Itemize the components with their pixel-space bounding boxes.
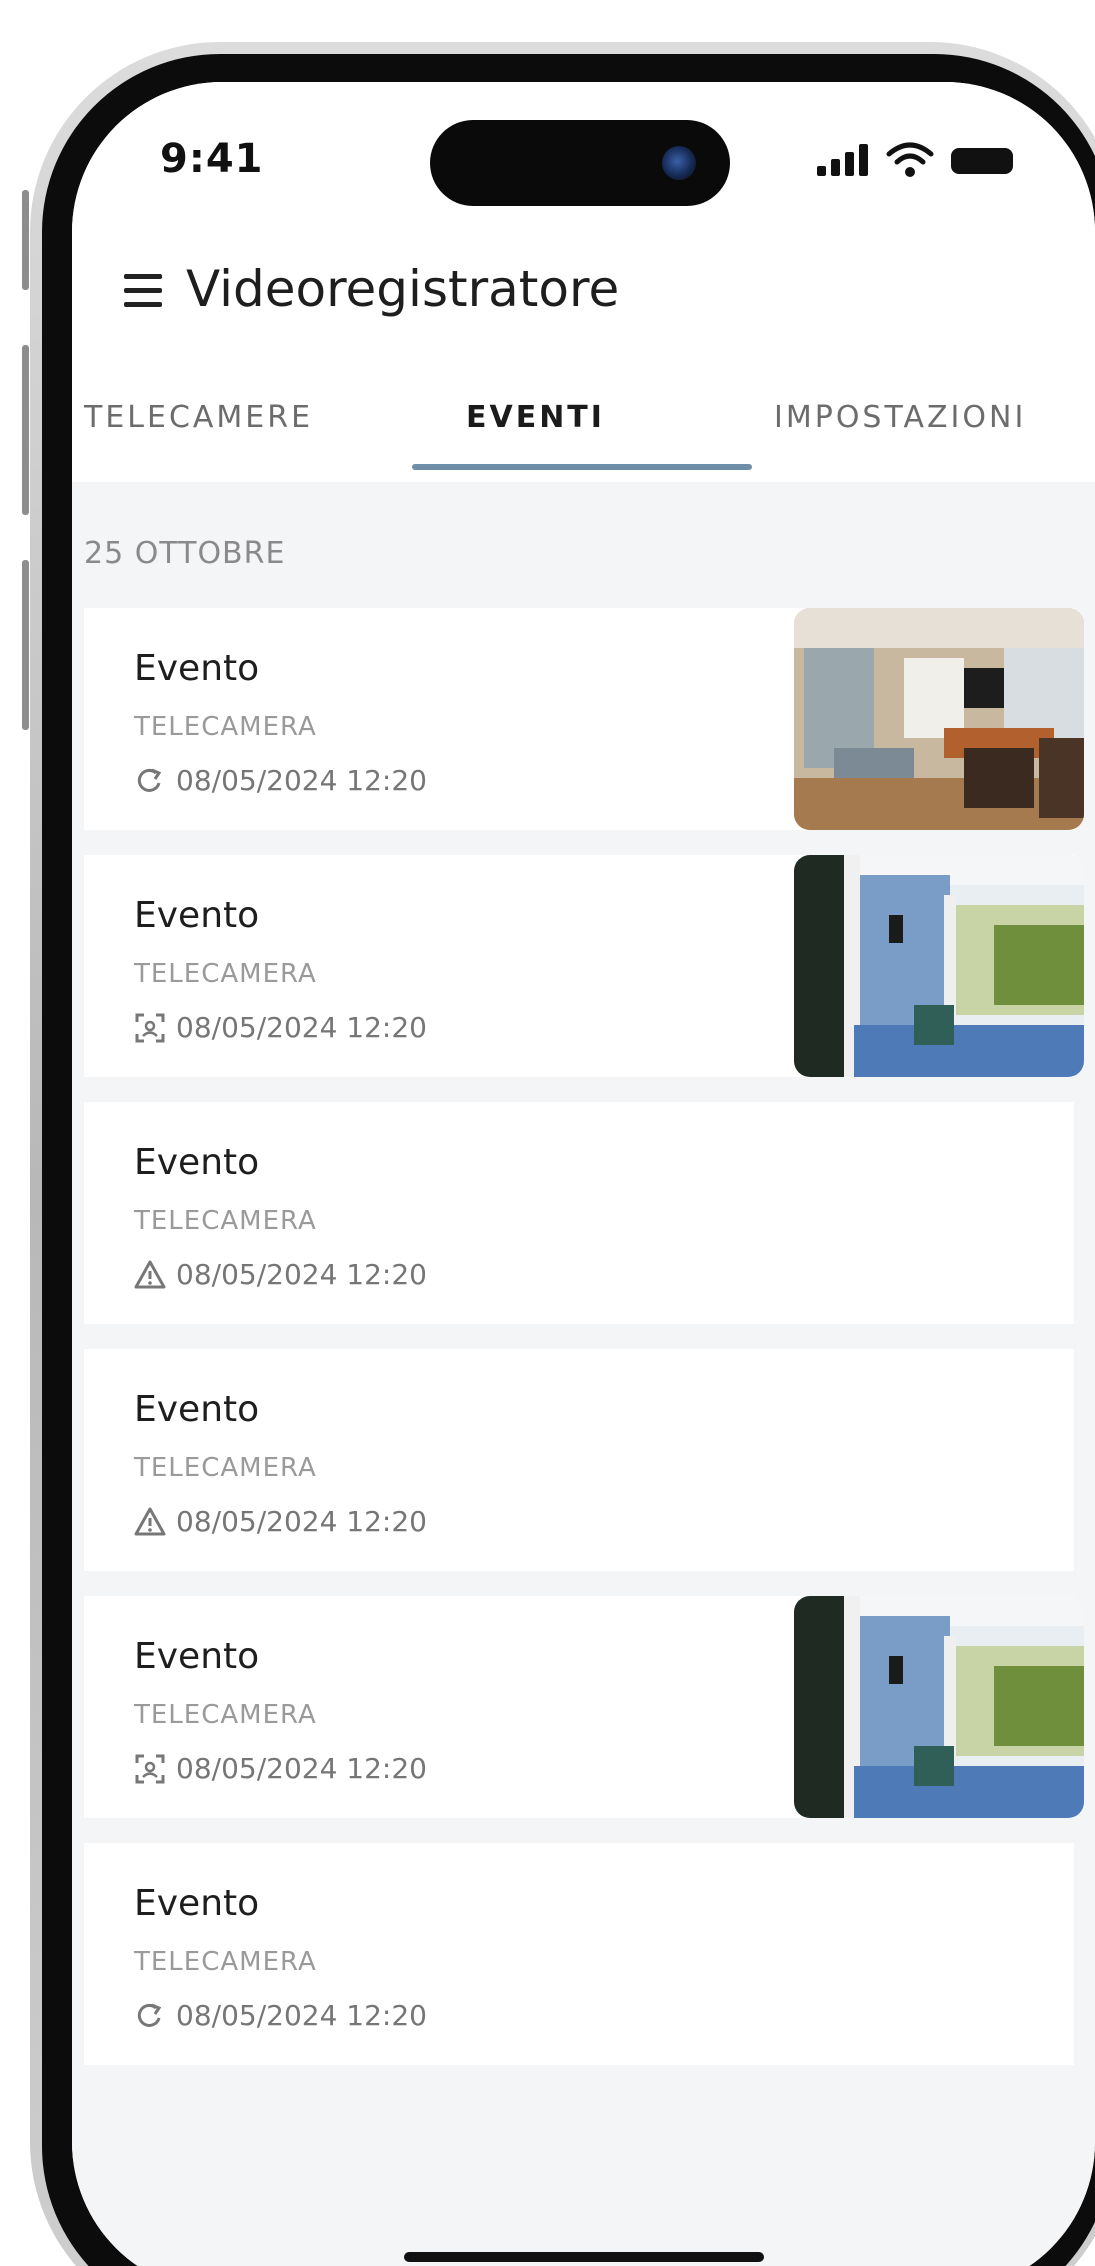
event-timestamp: 08/05/2024 12:20 <box>134 1258 427 1291</box>
home-indicator[interactable] <box>404 2252 764 2262</box>
tab-impostazioni[interactable]: IMPOSTAZIONI <box>774 400 1026 435</box>
event-thumbnail-porch[interactable] <box>794 1596 1084 1818</box>
event-timestamp-text: 08/05/2024 12:20 <box>176 1011 427 1044</box>
events-list: 25 OTTOBRE Evento TELECAMERA 08/05/2024 … <box>72 482 1095 2266</box>
event-timestamp-text: 08/05/2024 12:20 <box>176 1752 427 1785</box>
event-timestamp: 08/05/2024 12:20 <box>134 1011 427 1044</box>
event-camera: TELECAMERA <box>134 712 317 742</box>
device-mockup: 9:41 Videoregistratore TELECAMERE EVENTI… <box>0 0 1095 2266</box>
event-title: Evento <box>134 1389 260 1430</box>
event-camera: TELECAMERA <box>134 959 317 989</box>
motion-rotate-icon <box>137 768 162 792</box>
event-title: Evento <box>134 648 260 689</box>
event-camera: TELECAMERA <box>134 1453 317 1483</box>
event-timestamp-text: 08/05/2024 12:20 <box>176 1999 427 2032</box>
status-time: 9:41 <box>160 136 264 182</box>
hamburger-menu-icon[interactable] <box>124 274 162 308</box>
face-detect-icon <box>135 1754 165 1783</box>
event-title: Evento <box>134 1883 260 1924</box>
action-button <box>22 190 29 290</box>
event-row[interactable]: Evento TELECAMERA 08/05/2024 12:20 <box>84 1349 1074 1571</box>
date-section-header: 25 OTTOBRE <box>84 536 286 571</box>
cellular-signal-icon <box>817 144 869 176</box>
tab-telecamere[interactable]: TELECAMERE <box>84 400 313 435</box>
tab-eventi[interactable]: EVENTI <box>466 400 605 435</box>
face-detect-icon <box>135 1013 165 1042</box>
dynamic-island <box>430 120 730 206</box>
app-title: Videoregistratore <box>186 260 620 318</box>
volume-down-button <box>22 560 29 730</box>
front-camera-icon <box>662 146 696 180</box>
event-thumbnail-porch[interactable] <box>794 855 1084 1077</box>
volume-up-button <box>22 345 29 515</box>
event-row[interactable]: Evento TELECAMERA 08/05/2024 12:20 <box>84 1843 1074 2065</box>
status-bar: 9:41 <box>72 82 1095 232</box>
event-timestamp: 08/05/2024 12:20 <box>134 1752 427 1785</box>
status-icons <box>817 140 1017 180</box>
event-title: Evento <box>134 1636 260 1677</box>
event-camera: TELECAMERA <box>134 1947 317 1977</box>
battery-icon <box>951 148 1013 174</box>
active-tab-indicator <box>412 464 752 470</box>
event-timestamp: 08/05/2024 12:20 <box>134 1999 427 2032</box>
warning-icon <box>134 1260 166 1288</box>
event-title: Evento <box>134 1142 260 1183</box>
event-timestamp: 08/05/2024 12:20 <box>134 1505 427 1538</box>
tab-bar: TELECAMERE EVENTI IMPOSTAZIONI <box>72 372 1095 482</box>
app-bar: Videoregistratore <box>72 232 1095 352</box>
event-thumbnail-living-room[interactable] <box>794 608 1084 830</box>
event-timestamp-text: 08/05/2024 12:20 <box>176 1505 427 1538</box>
event-row[interactable]: Evento TELECAMERA 08/05/2024 12:20 <box>84 1596 1084 1818</box>
event-title: Evento <box>134 895 260 936</box>
event-camera: TELECAMERA <box>134 1700 317 1730</box>
phone-screen: 9:41 Videoregistratore TELECAMERE EVENTI… <box>72 82 1095 2266</box>
event-row[interactable]: Evento TELECAMERA 08/05/2024 12:20 <box>84 608 1084 830</box>
event-row[interactable]: Evento TELECAMERA 08/05/2024 12:20 <box>84 855 1084 1077</box>
event-timestamp-text: 08/05/2024 12:20 <box>176 764 427 797</box>
wifi-icon <box>886 142 934 177</box>
warning-icon <box>134 1507 166 1535</box>
event-camera: TELECAMERA <box>134 1206 317 1236</box>
motion-rotate-icon <box>137 2003 162 2027</box>
event-timestamp-text: 08/05/2024 12:20 <box>176 1258 427 1291</box>
event-timestamp: 08/05/2024 12:20 <box>134 764 427 797</box>
event-row[interactable]: Evento TELECAMERA 08/05/2024 12:20 <box>84 1102 1074 1324</box>
